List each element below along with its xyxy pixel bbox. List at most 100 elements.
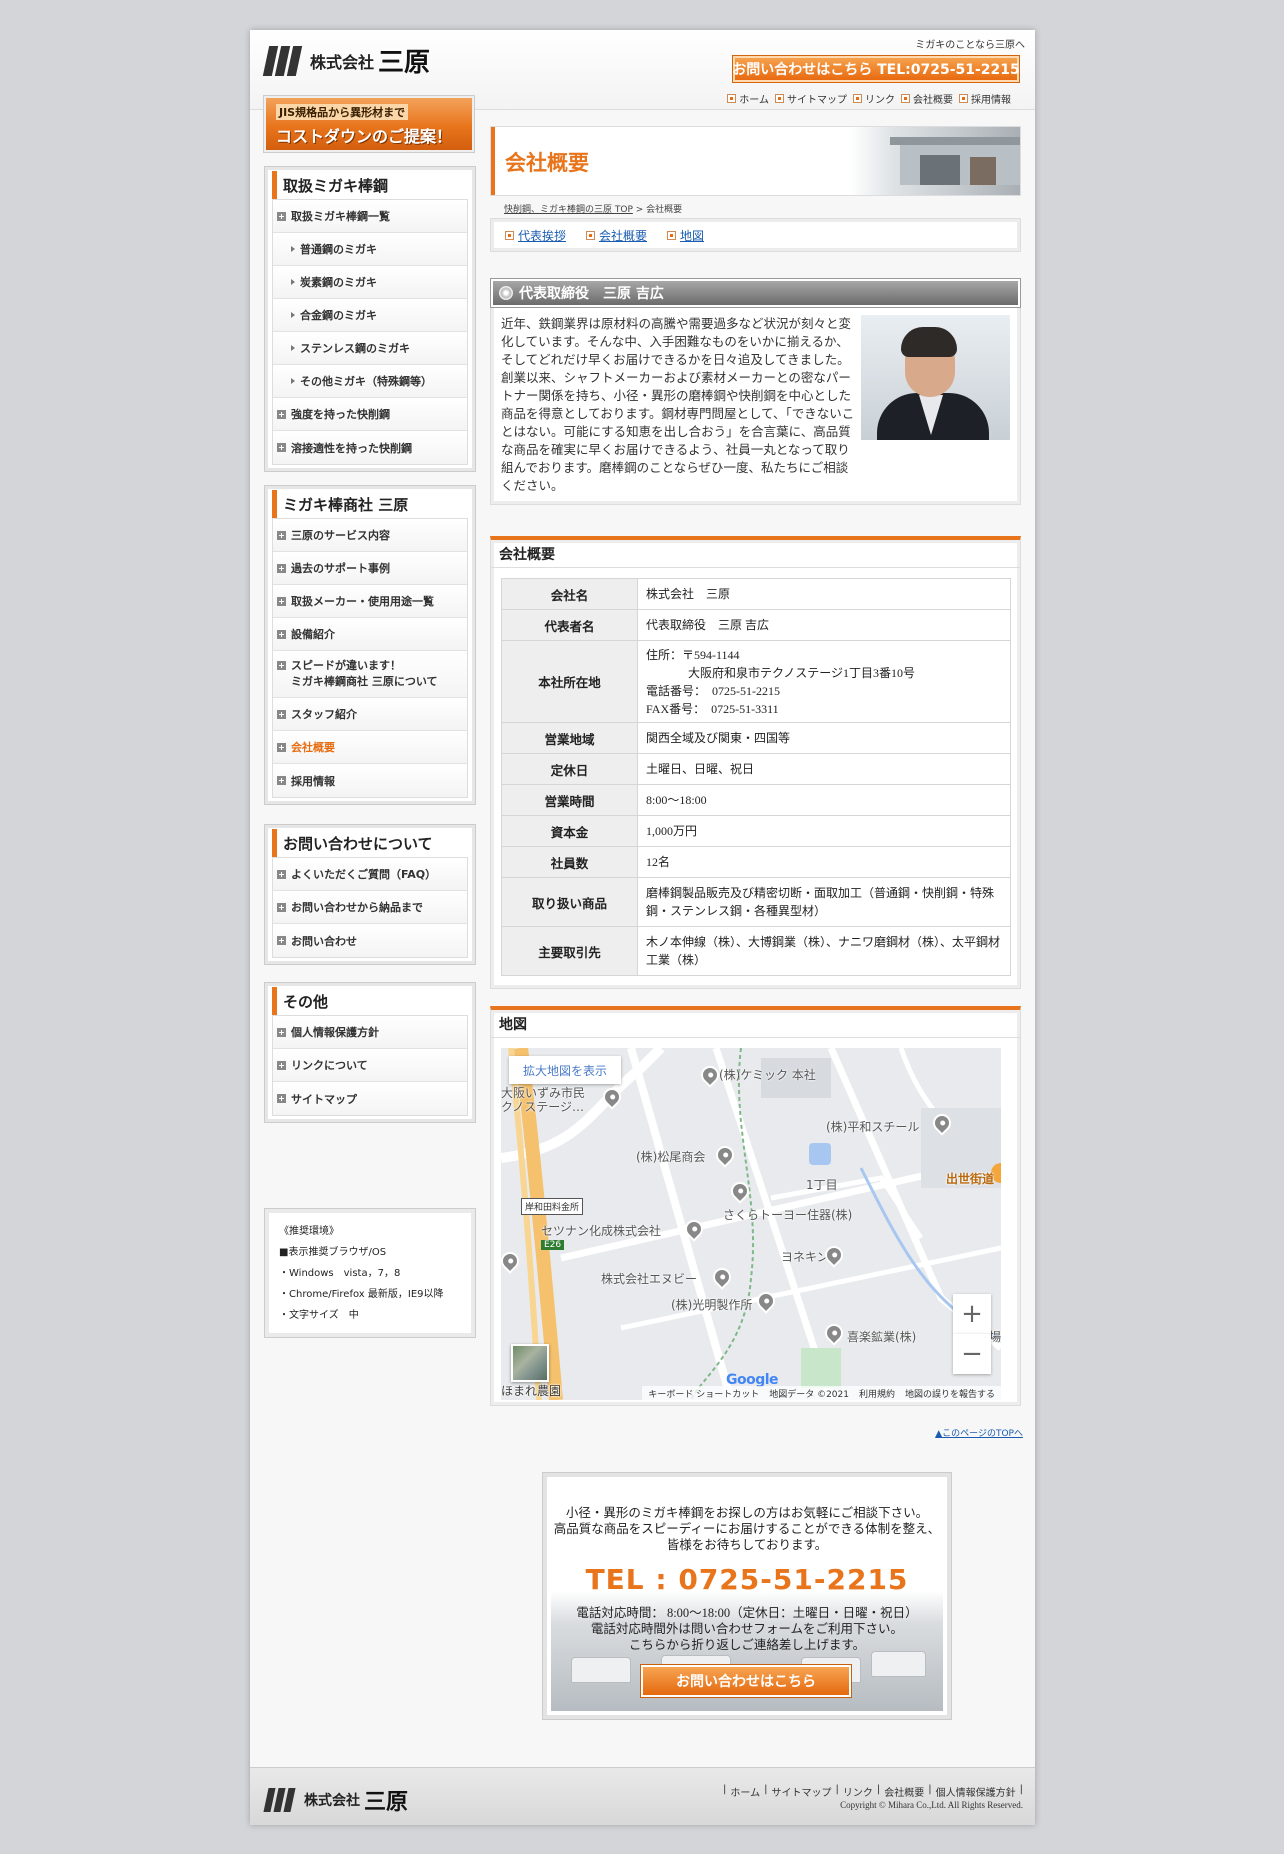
util-nav-link[interactable]: リンク (853, 91, 895, 106)
terms-link[interactable]: 利用規約 (859, 1387, 895, 1400)
bullet-icon (901, 94, 910, 103)
table-header-cell: 営業地域 (501, 722, 638, 754)
zoom-out-button[interactable]: − (953, 1334, 991, 1374)
breadcrumb-current: 会社概要 (646, 205, 683, 215)
sidebar-item-label: 会社概要 (291, 741, 335, 754)
sidebar-item-services[interactable]: 三原のサービス内容 (273, 519, 467, 552)
util-nav-label: ホーム (739, 95, 769, 106)
util-nav-label: 採用情報 (971, 95, 1011, 106)
plus-icon (277, 661, 286, 670)
breadcrumb-home-link[interactable]: 快削鋼、ミガキ棒鋼の三原 TOP (504, 205, 633, 215)
sidebar-item-faq[interactable]: よくいただくご質問（FAQ） (273, 858, 467, 891)
site-footer: 株式会社 三原 | ホーム | サイトマップ | リンク | 会社概要 | 個人情報保護… (250, 1767, 1035, 1825)
promo-banner[interactable]: JIS規格品から異形材まで コストダウンのご提案！ (264, 96, 474, 152)
table-row: 代表者名 代表取締役 三原 吉広 (501, 609, 1011, 641)
anchor-label: 代表挨拶 (518, 228, 567, 243)
util-nav-company[interactable]: 会社概要 (901, 91, 953, 106)
table-header-cell: 取り扱い商品 (501, 877, 638, 927)
greeting-section: 代表取締役 三原 吉広 近年、鉄鋼業界は原材料の高騰や需要過多など状況が刻々と変… (490, 278, 1021, 505)
sidebar-item-products-all[interactable]: 取扱ミガキ棒鋼一覧 (273, 200, 467, 233)
contact-tel[interactable]: TEL : 0725-51-2215 (551, 1563, 943, 1596)
sidebar-item-label: スピードが違います！ ミガキ棒鋼商社 三原について (291, 658, 438, 690)
plus-icon (277, 776, 286, 785)
logo-company-name: 三原 (378, 48, 431, 78)
sidebar-item-strong-free-cutting[interactable]: 強度を持った快削鋼 (273, 398, 467, 431)
sidebar-products-title: 取扱ミガキ棒鋼 (272, 171, 468, 199)
map-heading: 地図 (491, 1010, 1020, 1038)
footer-sep: | (835, 1784, 839, 1795)
table-row: 定休日 土曜日、日曜、祝日 (501, 753, 1011, 785)
footer-nav-link[interactable]: リンク (843, 1784, 873, 1799)
footer-nav-sitemap[interactable]: サイトマップ (772, 1784, 832, 1799)
footer-nav-privacy[interactable]: 個人情報保護方針 (936, 1784, 1016, 1799)
anchor-label: 会社概要 (599, 228, 648, 243)
table-cell: 木ノ本伸線（株）、大博鋼業（株）、ナニワ磨鋼材（株）、太平鋼材工業（株） (637, 926, 1011, 976)
sidebar-item-about[interactable]: スピードが違います！ ミガキ棒鋼商社 三原について (273, 651, 467, 698)
site-logo[interactable]: 株式会社 三原 (262, 42, 431, 79)
map-label: 喜楽鉱業(株) (847, 1330, 917, 1344)
table-header-cell: 社員数 (501, 846, 638, 878)
sidebar-item-weldable-free-cutting[interactable]: 溶接適性を持った快削鋼 (273, 431, 467, 464)
report-error-link[interactable]: 地図の誤りを報告する (905, 1387, 995, 1400)
map-expand-button[interactable]: 拡大地図を表示 (509, 1056, 621, 1084)
sidebar-item-alloy-steel[interactable]: 合金鋼のミガキ (273, 299, 467, 332)
util-nav-home[interactable]: ホーム (727, 91, 769, 106)
sidebar-item-makers[interactable]: 取扱メーカー・使用用途一覧 (273, 585, 467, 618)
sidebar-item-company-profile[interactable]: 会社概要 (273, 731, 467, 764)
footer-nav-home[interactable]: ホーム (730, 1784, 760, 1799)
contact-form-button[interactable]: お問い合わせはこちら (641, 1665, 851, 1697)
sidebar-item-equipment[interactable]: 設備紹介 (273, 618, 467, 651)
map-label: (株)ケミック 本社 (719, 1068, 816, 1082)
google-map[interactable]: 拡大地図を表示 (株)ケミック 本社 大阪いずみ市民 クノステージ… (株)平和… (501, 1048, 1001, 1400)
header-contact-button[interactable]: お問い合わせはこちら TEL:0725-51-2215 (732, 56, 1020, 82)
sidebar-item-label: 強度を持った快削鋼 (291, 408, 390, 421)
sidebar-other-list: 個人情報保護方針 リンクについて サイトマップ (272, 1015, 468, 1116)
sidebar-item-links[interactable]: リンクについて (273, 1049, 467, 1082)
sidebar-item-contact[interactable]: お問い合わせ (273, 924, 467, 957)
sidebar-item-sitemap[interactable]: サイトマップ (273, 1082, 467, 1115)
plus-icon (277, 902, 286, 912)
table-header-cell: 定休日 (501, 753, 638, 785)
table-cell: 株式会社 三原 (637, 578, 1011, 610)
page-top-link[interactable]: ▲このページのTOPへ (935, 1426, 1023, 1439)
util-nav-recruit[interactable]: 採用情報 (959, 91, 1011, 106)
zoom-in-button[interactable]: + (953, 1294, 991, 1334)
sidebar-item-label: 設備紹介 (291, 628, 335, 641)
accent-bar (491, 127, 495, 195)
env-line: ・Chrome/Firefox 最新版，IE9以降 (279, 1289, 444, 1300)
sidebar-item-privacy[interactable]: 個人情報保護方針 (273, 1016, 467, 1049)
sidebar-inquiry-list: よくいただくご質問（FAQ） お問い合わせから納品まで お問い合わせ (272, 857, 468, 958)
anchor-greeting[interactable]: 代表挨拶 (505, 227, 566, 244)
sidebar-item-carbon-steel-plain[interactable]: 普通鋼のミガキ (273, 233, 467, 266)
map-label: セツナン化成株式会社 (541, 1224, 662, 1238)
logo-company-prefix: 株式会社 (310, 52, 375, 72)
sidebar-item-cases[interactable]: 過去のサポート事例 (273, 552, 467, 585)
table-cell: 住所：〒594-1144 大阪府和泉市テクノステージ1丁目3番10号 電話番号：… (637, 640, 1011, 723)
phone-line: 電話番号： 0725-51-2215 (646, 683, 780, 698)
sidebar-item-stainless-steel[interactable]: ステンレス鋼のミガキ (273, 332, 467, 365)
footer-sep: | (764, 1784, 768, 1795)
footer-logo[interactable]: 株式会社 三原 (263, 1784, 408, 1816)
plus-icon (277, 563, 286, 573)
table-header-cell: 会社名 (501, 578, 638, 610)
sidebar-item-recruit[interactable]: 採用情報 (273, 764, 467, 797)
footer-nav-company[interactable]: 会社概要 (884, 1784, 924, 1799)
util-nav-sitemap[interactable]: サイトマップ (775, 91, 847, 106)
president-photo (861, 315, 1010, 440)
greeting-heading: 代表取締役 三原 吉広 (491, 279, 1020, 307)
sidebar-item-staff[interactable]: スタッフ紹介 (273, 698, 467, 731)
satellite-toggle[interactable] (511, 1344, 549, 1382)
keyboard-shortcuts-link[interactable]: キーボード ショートカット (648, 1387, 759, 1400)
anchor-company[interactable]: 会社概要 (586, 227, 647, 244)
sidebar-item-flow[interactable]: お問い合わせから納品まで (273, 891, 467, 924)
about-line1: スピードが違います！ (291, 659, 401, 672)
sidebar-item-special-steel[interactable]: その他ミガキ（特殊鋼等） (273, 365, 467, 398)
page-title: 会社概要 (505, 151, 589, 175)
anchor-links: 代表挨拶 会社概要 地図 (490, 218, 1021, 252)
sidebar-item-carbon-steel[interactable]: 炭素鋼のミガキ (273, 266, 467, 299)
contact-hours: 電話対応時間： 8:00～18:00（定休日：土曜日・日曜・祝日） 電話対応時間… (551, 1605, 943, 1653)
map-label: 株式会社エヌビー (601, 1272, 698, 1286)
anchor-map[interactable]: 地図 (667, 227, 704, 244)
map-label: (株)松尾商会 (636, 1150, 706, 1164)
sidebar-item-label: 炭素鋼のミガキ (300, 276, 377, 289)
